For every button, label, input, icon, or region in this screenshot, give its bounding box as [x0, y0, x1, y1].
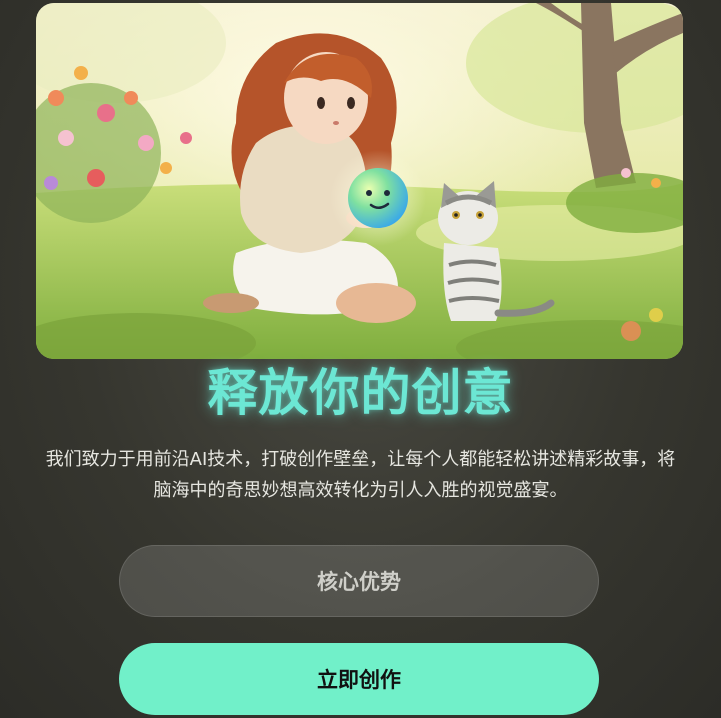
core-advantages-button-label: 核心优势: [317, 570, 401, 594]
hero-illustration: [36, 3, 683, 359]
core-advantages-button[interactable]: 核心优势: [119, 545, 599, 617]
page-description: 我们致力于用前沿AI技术，打破创作壁垒，让每个人都能轻松讲述精彩故事，将脑海中的…: [45, 449, 676, 501]
create-now-button[interactable]: 立即创作: [119, 643, 599, 715]
page-title: 释放你的创意: [207, 364, 514, 422]
create-now-button-label: 立即创作: [317, 668, 401, 692]
